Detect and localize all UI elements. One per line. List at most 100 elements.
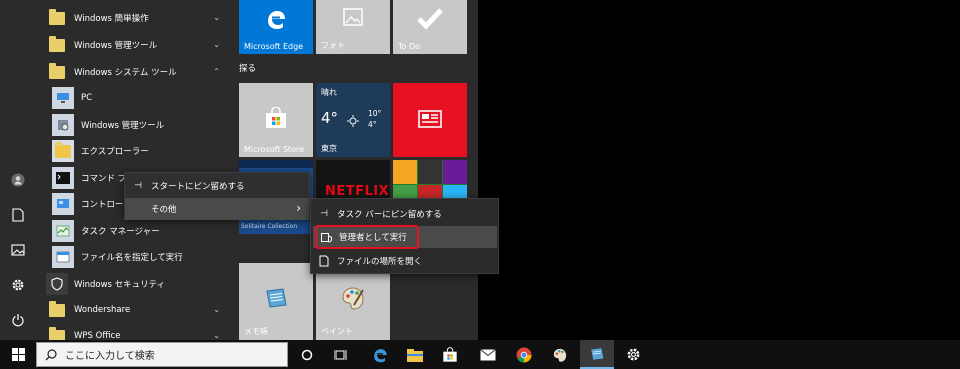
context-menu: ⊣ スタートにピン留めする その他 › — [124, 172, 310, 220]
list-item-windows-security[interactable]: Windows セキュリティ — [36, 271, 230, 297]
shield-icon — [46, 273, 68, 295]
cortana-icon — [301, 349, 313, 360]
taskbar-paint[interactable] — [544, 340, 576, 369]
photos-icon — [343, 8, 363, 26]
weather-high: 10° — [368, 109, 382, 118]
cortana-button[interactable] — [292, 340, 322, 369]
run-icon — [52, 246, 74, 268]
picture-icon — [11, 244, 25, 256]
context-submenu: ⊣ タスク バーにピン留めする 管理者として実行 ファイルの場所を開く — [310, 198, 499, 274]
tile-label: Microsoft Edge — [244, 42, 304, 51]
list-item-task-manager[interactable]: タスク マネージャー — [36, 218, 230, 244]
tile-label: Solitaire Collection — [241, 223, 298, 230]
list-item-label: Windows 簡単操作 — [74, 14, 149, 24]
tile-label: ペイント — [321, 327, 353, 336]
user-icon — [11, 173, 25, 187]
tile-photos[interactable]: フォト — [316, 0, 390, 54]
notepad-icon — [266, 288, 287, 308]
list-item-label: Wondershare — [74, 305, 131, 315]
pin-icon: ⊣ — [134, 181, 142, 191]
gear-icon — [627, 348, 639, 361]
tile-news[interactable] — [393, 83, 467, 157]
mail-icon — [480, 348, 496, 360]
folder-icon — [46, 325, 68, 340]
start-menu: Windows 簡単操作 ⌄ Windows 管理ツール ⌄ Windows シ… — [0, 0, 478, 340]
edge-icon — [268, 11, 285, 29]
settings-button[interactable] — [0, 268, 36, 302]
list-item-wondershare-folder[interactable]: Wondershare ⌄ — [36, 297, 230, 323]
list-item-label: PC — [81, 93, 93, 103]
tile-microsoft-store[interactable]: Microsoft Store — [239, 83, 313, 157]
power-button[interactable] — [0, 303, 36, 337]
taskbar-settings[interactable] — [617, 340, 649, 369]
taskbar-chrome[interactable] — [508, 340, 540, 369]
tile-todo[interactable]: To Do — [393, 0, 467, 54]
tile-notepad[interactable]: メモ帳 — [239, 263, 313, 340]
notepad-icon — [591, 347, 604, 360]
list-item-wps-office-folder[interactable]: WPS Office ⌄ — [36, 323, 230, 340]
list-item-admin-tools[interactable]: Windows 管理ツール — [36, 112, 230, 138]
pc-icon — [52, 87, 74, 109]
admin-tools-icon — [52, 114, 74, 136]
tile-label: To Do — [398, 42, 421, 51]
pin-icon: ⊣ — [320, 209, 328, 219]
menu-item-label: スタートにピン留めする — [151, 182, 245, 192]
folder-icon — [46, 61, 68, 83]
command-prompt-icon — [52, 167, 74, 189]
list-item-system-tools-folder[interactable]: Windows システム ツール ⌃ — [36, 59, 230, 85]
chevron-down-icon: ⌄ — [213, 40, 220, 49]
taskbar-notepad[interactable] — [580, 340, 614, 369]
start-button[interactable] — [0, 340, 36, 369]
tile-microsoft-edge[interactable]: Microsoft Edge — [239, 0, 313, 54]
menu-item-more[interactable]: その他 › — [125, 198, 309, 220]
palette-icon — [553, 348, 567, 362]
folder-icon — [46, 299, 68, 321]
tile-paint[interactable]: ペイント — [316, 263, 390, 340]
taskbar-explorer[interactable] — [399, 340, 431, 369]
user-account-button[interactable] — [0, 163, 36, 197]
weather-low: 4° — [368, 120, 377, 129]
taskbar-mail[interactable] — [472, 340, 504, 369]
documents-button[interactable] — [0, 198, 36, 232]
chevron-right-icon: › — [296, 201, 301, 215]
weather-temp: 4° — [321, 109, 339, 127]
list-item-label: ファイル名を指定して実行 — [81, 253, 183, 263]
menu-item-pin-to-taskbar[interactable]: ⊣ タスク バーにピン留めする — [311, 203, 498, 225]
search-placeholder: ここに入力して検索 — [65, 351, 155, 362]
gear-icon — [12, 279, 24, 291]
tile-group-label: 探る — [239, 64, 257, 74]
taskbar: ここに入力して検索 — [0, 340, 960, 369]
start-rail — [0, 0, 36, 340]
menu-item-run-as-admin[interactable]: 管理者として実行 — [313, 225, 497, 249]
folder-icon — [46, 7, 68, 29]
menu-item-label: タスク バーにピン留めする — [337, 210, 442, 220]
pictures-button[interactable] — [0, 233, 36, 267]
list-item-explorer[interactable]: エクスプローラー — [36, 138, 230, 164]
list-item-accessibility-folder[interactable]: Windows 簡単操作 ⌄ — [36, 5, 230, 31]
chevron-up-icon: ⌃ — [213, 67, 220, 76]
document-icon — [12, 208, 24, 222]
menu-item-pin-to-start[interactable]: ⊣ スタートにピン留めする — [125, 175, 309, 197]
taskbar-store[interactable] — [434, 340, 466, 369]
menu-item-open-file-location[interactable]: ファイルの場所を開く — [311, 250, 498, 272]
list-item-label: エクスプローラー — [81, 147, 149, 157]
chevron-down-icon: ⌄ — [213, 305, 220, 314]
task-view-button[interactable] — [326, 340, 356, 369]
menu-item-label: その他 — [151, 205, 177, 215]
edge-icon — [374, 348, 387, 362]
menu-item-label: ファイルの場所を開く — [337, 257, 423, 267]
list-item-admin-tools-folder[interactable]: Windows 管理ツール ⌄ — [36, 32, 230, 58]
file-location-icon — [311, 255, 337, 267]
list-item-label: Windows 管理ツール — [74, 41, 158, 51]
task-view-icon — [334, 349, 347, 360]
taskbar-edge[interactable] — [364, 340, 396, 369]
power-icon — [12, 314, 24, 327]
search-input[interactable]: ここに入力して検索 — [36, 342, 288, 367]
tile-label: Microsoft Store — [244, 145, 305, 154]
tile-weather[interactable]: 晴れ 4° 10° 4° 東京 — [316, 83, 390, 157]
list-item-run[interactable]: ファイル名を指定して実行 — [36, 244, 230, 270]
weather-condition: 晴れ — [321, 88, 337, 97]
explorer-icon — [52, 140, 74, 162]
list-item-pc[interactable]: PC — [36, 85, 230, 111]
checkmark-icon — [417, 8, 443, 30]
